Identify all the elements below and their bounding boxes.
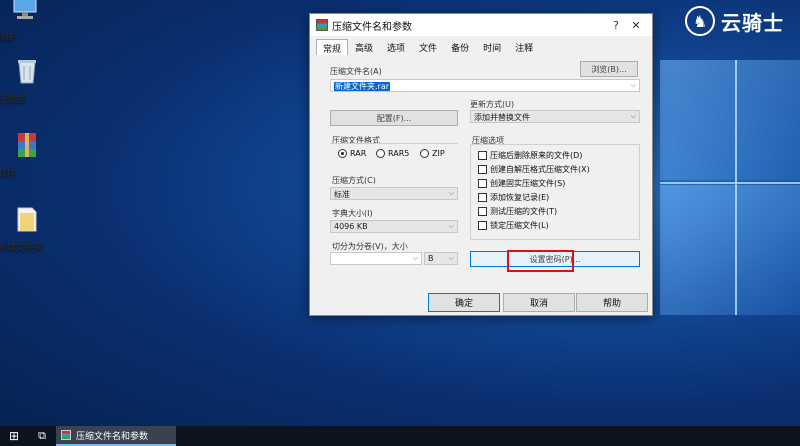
wallpaper-line — [735, 60, 737, 315]
update-mode-value: 添加并替换文件 — [474, 113, 530, 122]
close-icon[interactable]: ✕ — [626, 19, 646, 32]
option-lock[interactable]: 锁定压缩文件(L) — [478, 220, 549, 231]
checkbox — [478, 179, 487, 188]
task-view-icon[interactable]: ⧉ — [28, 429, 56, 443]
desktop-icon-recycle-bin[interactable]: 回收站 — [0, 56, 56, 105]
tab-general[interactable]: 常规 — [316, 39, 349, 56]
split-volume-input[interactable]: ⌵ — [330, 252, 422, 265]
tab-advanced[interactable]: 高级 — [348, 38, 380, 55]
chevron-down-icon: ⌵ — [448, 254, 454, 262]
format-radio-rar[interactable]: RAR — [338, 149, 366, 158]
dict-size-value: 4096 KB — [334, 222, 368, 231]
update-mode-label: 更新方式(U) — [470, 100, 515, 109]
tab-files[interactable]: 文件 — [412, 38, 444, 55]
checkbox-label: 添加恢复记录(E) — [490, 193, 550, 202]
method-select[interactable]: 标准 ⌵ — [330, 187, 458, 200]
checkbox — [478, 221, 487, 230]
recycle-bin-icon — [18, 60, 36, 84]
checkbox-label: 创建固实压缩文件(S) — [490, 179, 566, 188]
option-sfx[interactable]: 创建自解压格式压缩文件(X) — [478, 164, 590, 175]
checkbox — [478, 165, 487, 174]
tab-comment[interactable]: 注释 — [508, 38, 540, 55]
checkbox — [478, 193, 487, 202]
winrar-icon — [316, 19, 328, 31]
desktop-icon-label: 软件 — [0, 169, 17, 179]
wallpaper-pane — [660, 185, 800, 315]
watermark-text: 云骑士 — [721, 10, 784, 35]
radio-dot — [376, 149, 385, 158]
dialog-tabs: 常规 高级 选项 文件 备份 时间 注释 — [316, 38, 646, 56]
radio-label: ZIP — [432, 149, 445, 158]
browse-button[interactable]: 浏览(B)... — [580, 61, 638, 77]
chevron-down-icon: ⌵ — [448, 189, 454, 197]
radio-label: RAR5 — [388, 149, 410, 158]
method-label: 压缩方式(C) — [332, 176, 376, 185]
winrar-icon — [61, 430, 71, 440]
dialog-title: 压缩文件名和参数 — [332, 21, 412, 33]
desktop-icon-new-folder[interactable]: 新建文件夹 — [0, 204, 56, 253]
format-label: 压缩文件格式 — [332, 136, 380, 145]
dict-size-select[interactable]: 4096 KB ⌵ — [330, 220, 458, 233]
checkbox-label: 压缩后删除原来的文件(D) — [490, 151, 583, 160]
chevron-down-icon: ⌵ — [448, 222, 454, 230]
highlight-box — [507, 250, 574, 272]
option-delete-after[interactable]: 压缩后删除原来的文件(D) — [478, 150, 582, 161]
checkbox — [478, 207, 487, 216]
split-volume-label: 切分为分卷(V)，大小 — [332, 242, 408, 251]
format-radio-rar5[interactable]: RAR5 — [376, 149, 409, 158]
taskbar-app-label: 压缩文件名和参数 — [76, 431, 149, 442]
dict-size-label: 字典大小(I) — [332, 209, 373, 218]
general-panel: 压缩文件名(A) 浏览(B)... 新建文件夹.rar ⌵ 配置(F)... 更… — [316, 55, 646, 285]
help-button[interactable]: 帮助 — [576, 293, 648, 312]
tab-backup[interactable]: 备份 — [444, 38, 476, 55]
archive-settings-dialog: 压缩文件名和参数 ? ✕ 常规 高级 选项 文件 备份 时间 注释 压缩文件名(… — [309, 13, 653, 316]
radio-label: RAR — [350, 149, 367, 158]
profiles-button[interactable]: 配置(F)... — [330, 110, 458, 126]
desktop-icon-software[interactable]: 软件 — [0, 130, 56, 179]
desktop-icon-label: 回收站 — [0, 95, 26, 105]
winrar-icon — [18, 133, 36, 157]
format-radio-zip[interactable]: ZIP — [420, 149, 445, 158]
archive-name-label: 压缩文件名(A) — [330, 67, 382, 76]
network-icon — [13, 0, 37, 19]
split-unit-select[interactable]: B ⌵ — [424, 252, 458, 265]
chevron-down-icon[interactable]: ⌵ — [631, 81, 636, 90]
checkbox-label: 测试压缩的文件(T) — [490, 207, 558, 216]
watermark-logo: ♞ 云骑士 — [685, 6, 784, 36]
archive-name-field[interactable]: 新建文件夹.rar ⌵ — [330, 79, 640, 92]
cancel-button[interactable]: 取消 — [503, 293, 575, 312]
checkbox — [478, 151, 487, 160]
update-mode-select[interactable]: 添加并替换文件 ⌵ — [470, 110, 640, 123]
wallpaper-pane — [660, 60, 800, 180]
folder-icon — [17, 207, 37, 232]
archive-name-value: 新建文件夹.rar — [334, 82, 391, 91]
option-recovery[interactable]: 添加恢复记录(E) — [478, 192, 549, 203]
knight-icon: ♞ — [685, 6, 715, 36]
tab-options[interactable]: 选项 — [380, 38, 412, 55]
split-unit-value: B — [428, 254, 434, 263]
radio-dot — [338, 149, 347, 158]
ok-button[interactable]: 确定 — [428, 293, 500, 312]
taskbar: ⊞ ⧉ 压缩文件名和参数 — [0, 426, 800, 446]
wallpaper-line — [660, 182, 800, 184]
chevron-down-icon: ⌵ — [630, 112, 636, 120]
taskbar-app-winrar[interactable]: 压缩文件名和参数 — [56, 426, 176, 446]
radio-dot — [420, 149, 429, 158]
option-solid[interactable]: 创建固实压缩文件(S) — [478, 178, 565, 189]
option-test[interactable]: 测试压缩的文件(T) — [478, 206, 557, 217]
desktop-icon-network[interactable]: 网络 — [0, 0, 54, 43]
desktop-icon-label: 新建文件夹 — [0, 243, 44, 253]
chevron-down-icon: ⌵ — [412, 254, 418, 262]
desktop-icon-label: 网络 — [0, 33, 15, 43]
tab-time[interactable]: 时间 — [476, 38, 508, 55]
dialog-titlebar[interactable]: 压缩文件名和参数 ? ✕ — [310, 14, 652, 36]
checkbox-label: 创建自解压格式压缩文件(X) — [490, 165, 590, 174]
method-value: 标准 — [334, 190, 350, 199]
start-icon[interactable]: ⊞ — [0, 429, 28, 443]
format-group-line — [330, 143, 458, 144]
checkbox-label: 锁定压缩文件(L) — [490, 221, 549, 230]
help-icon[interactable]: ? — [606, 19, 626, 32]
